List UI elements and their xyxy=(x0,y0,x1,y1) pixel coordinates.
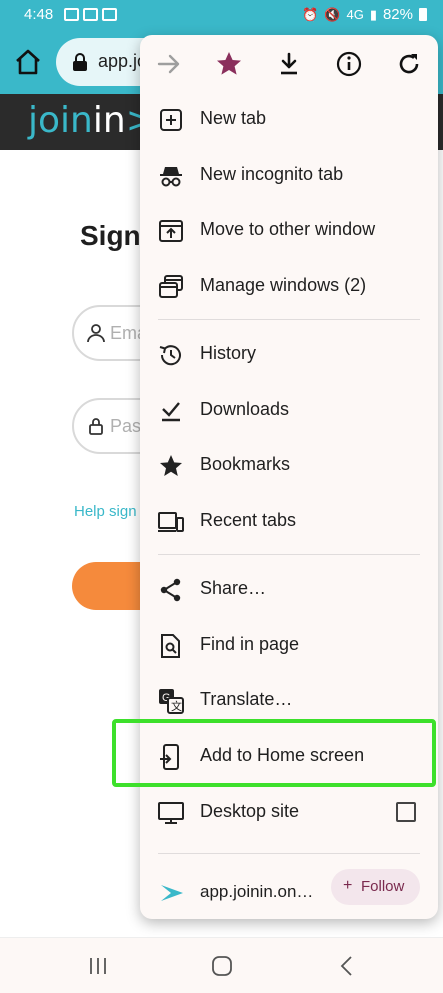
joinin-logo[interactable]: joinin> xyxy=(28,100,156,141)
bookmarks-icon xyxy=(160,455,182,476)
menu-item-label: Recent tabs xyxy=(200,510,297,530)
menu-item-label: Bookmarks xyxy=(200,454,291,474)
help-signing-in-link[interactable]: Help sign xyxy=(74,503,137,520)
follow-button[interactable]: + Follow xyxy=(331,869,420,905)
incognito-icon xyxy=(160,167,182,187)
logo-in: in xyxy=(92,100,126,141)
logo-join: join xyxy=(28,100,93,141)
menu-item-label: New tab xyxy=(200,108,267,128)
lock-icon xyxy=(89,418,103,435)
menu-divider xyxy=(158,319,420,320)
menu-item-add-to-home-screen[interactable]: Add to Home screen xyxy=(140,729,438,784)
menu-item-label: Manage windows (2) xyxy=(200,275,367,295)
home-nav-icon[interactable] xyxy=(210,954,234,978)
joinin-site-icon xyxy=(161,885,183,901)
status-time: 4:48 xyxy=(24,6,54,23)
menu-item-label: Move to other window xyxy=(200,219,376,239)
menu-toolbar xyxy=(140,35,438,93)
forward-icon[interactable] xyxy=(154,49,184,79)
signal-icon: ▮ xyxy=(369,6,377,22)
add-to-home-icon xyxy=(160,744,179,770)
user-icon xyxy=(87,324,105,343)
system-navigation-bar xyxy=(0,937,443,993)
desktop-icon xyxy=(158,802,184,824)
menu-item-label: Add to Home screen xyxy=(200,745,365,765)
history-icon xyxy=(159,345,181,366)
alarm-icon: ⏰ xyxy=(302,6,319,22)
menu-item-label: Downloads xyxy=(200,399,290,419)
plus-icon: + xyxy=(343,877,353,894)
recent-tabs-icon xyxy=(158,512,184,532)
menu-item-downloads[interactable]: Downloads xyxy=(140,383,438,438)
menu-item-label: Translate… xyxy=(200,689,293,709)
menu-item-manage-windows[interactable]: Manage windows (2) xyxy=(140,259,438,314)
status-indicators: ⏰ 🔇 4G ▮ 82% xyxy=(302,6,427,23)
battery-icon xyxy=(419,8,427,21)
menu-item-label: Find in page xyxy=(200,634,300,654)
status-bar: 4:48 ⏰ 🔇 4G ▮ 82% xyxy=(0,0,443,30)
move-window-icon xyxy=(159,220,183,242)
menu-item-desktop-site[interactable]: Desktop site xyxy=(140,785,438,840)
home-icon[interactable] xyxy=(12,46,44,78)
download-icon[interactable] xyxy=(274,49,304,79)
page-title: Sign xyxy=(80,220,141,251)
browser-overflow-menu: New tab New incognito tab Move to other … xyxy=(140,35,438,919)
menu-item-label: Share… xyxy=(200,578,267,598)
menu-item-new-tab[interactable]: New tab xyxy=(140,92,438,147)
menu-item-recent-tabs[interactable]: Recent tabs xyxy=(140,494,438,549)
menu-item-find-in-page[interactable]: Find in page xyxy=(140,618,438,673)
recent-apps-icon[interactable] xyxy=(86,954,110,978)
find-in-page-icon xyxy=(161,634,180,658)
share-icon xyxy=(160,578,181,602)
menu-item-new-incognito-tab[interactable]: New incognito tab xyxy=(140,148,438,203)
notification-icons xyxy=(64,8,117,21)
bookmark-star-icon[interactable] xyxy=(214,49,244,79)
notification-icon xyxy=(102,8,117,21)
menu-item-label: New incognito tab xyxy=(200,164,344,184)
follow-label: Follow xyxy=(361,878,405,895)
back-icon[interactable] xyxy=(335,954,359,978)
notification-icon xyxy=(64,8,79,21)
translate-icon: G 文 xyxy=(159,689,184,714)
menu-item-label: History xyxy=(200,343,257,363)
menu-item-translate[interactable]: G 文 Translate… xyxy=(140,673,438,728)
reload-icon[interactable] xyxy=(394,49,424,79)
mute-icon: 🔇 xyxy=(324,6,341,22)
password-placeholder: Pas xyxy=(110,416,142,436)
menu-item-history[interactable]: History xyxy=(140,327,438,382)
downloads-icon xyxy=(162,402,180,422)
menu-divider xyxy=(158,554,420,555)
lock-icon xyxy=(73,53,87,71)
site-url[interactable]: app.joinin.on… xyxy=(200,882,313,902)
notification-icon xyxy=(83,8,98,21)
desktop-site-checkbox[interactable] xyxy=(396,802,416,822)
menu-item-bookmarks[interactable]: Bookmarks xyxy=(140,438,438,493)
menu-item-move-to-other-window[interactable]: Move to other window xyxy=(140,203,438,258)
menu-item-label: Desktop site xyxy=(200,801,300,821)
manage-windows-icon xyxy=(159,275,183,298)
battery-percent: 82% xyxy=(382,6,413,23)
new-tab-icon xyxy=(160,109,182,131)
menu-divider xyxy=(158,853,420,854)
info-icon[interactable] xyxy=(334,49,364,79)
site-follow-row: app.joinin.on… + Follow xyxy=(140,867,438,919)
menu-item-share[interactable]: Share… xyxy=(140,562,438,617)
network-type: 4G xyxy=(346,7,364,22)
svg-text:文: 文 xyxy=(171,699,182,713)
